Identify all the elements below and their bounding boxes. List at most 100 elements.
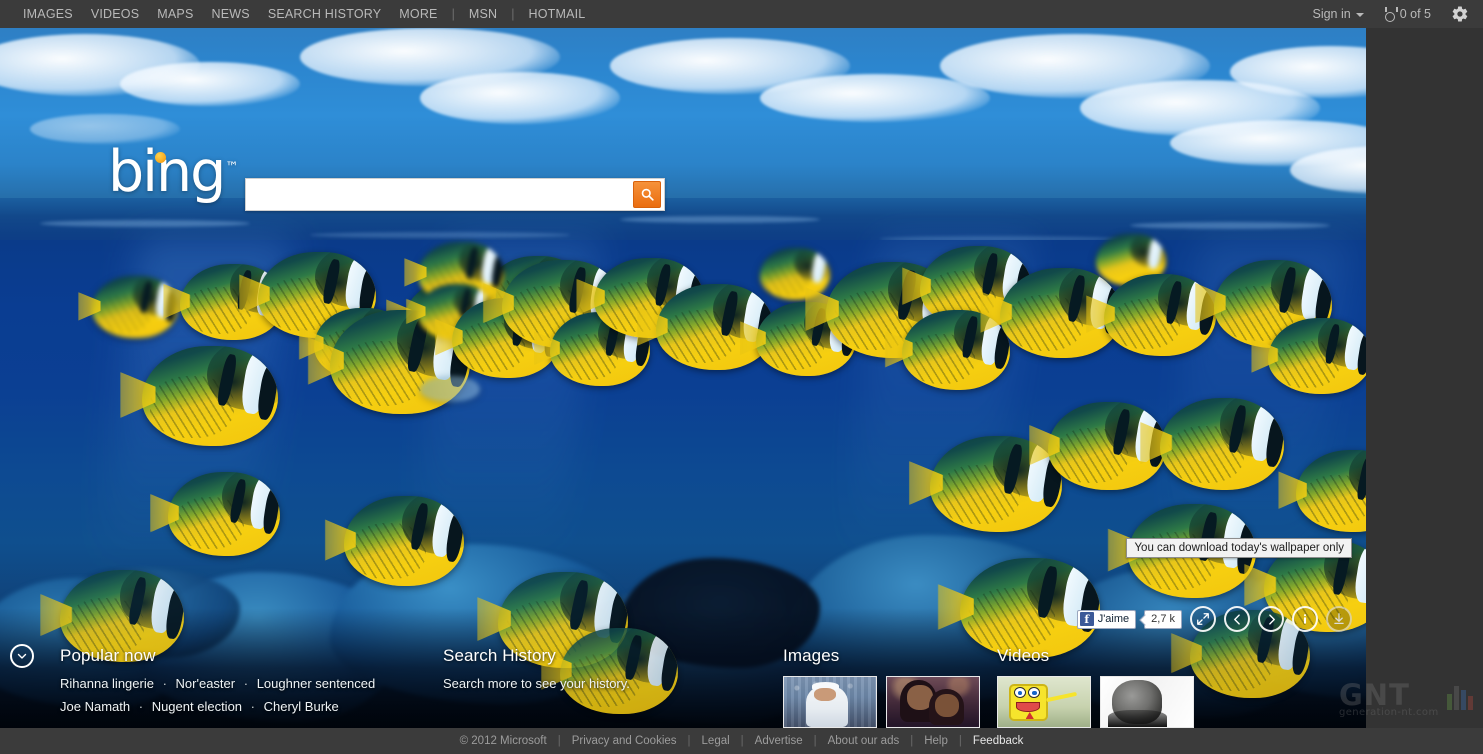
- download-icon: [1334, 613, 1344, 625]
- previous-wallpaper-button[interactable]: [1224, 606, 1250, 632]
- list-separator: ·: [138, 699, 144, 714]
- butterflyfish: [324, 496, 464, 586]
- nav-more[interactable]: MORE: [390, 0, 446, 28]
- top-navigation-bar: IMAGES VIDEOS MAPS NEWS SEARCH HISTORY M…: [0, 0, 1483, 28]
- footer-help[interactable]: Help: [913, 735, 959, 747]
- image-thumb-two-women[interactable]: [886, 676, 980, 728]
- facebook-count-value: 2,7 k: [1151, 613, 1175, 625]
- nav-images[interactable]: IMAGES: [14, 0, 82, 28]
- butterflyfish: [150, 472, 280, 556]
- footer-links: © 2012 Microsoft | Privacy and Cookies |…: [449, 735, 1035, 747]
- bing-logo-dot: [155, 152, 166, 163]
- nav-msn[interactable]: MSN: [460, 0, 506, 28]
- nav-maps[interactable]: MAPS: [148, 0, 202, 28]
- butterflyfish: [760, 248, 830, 300]
- panel-search-history: Search History Search more to see your h…: [435, 640, 775, 728]
- bing-wordmark: bing: [108, 139, 226, 205]
- popular-link-loughner[interactable]: Loughner sentenced: [257, 676, 376, 691]
- panel-popular-now: Popular now Rihanna lingerie · Nor'easte…: [0, 640, 435, 728]
- search-history-title: Search History: [443, 646, 556, 665]
- download-wallpaper-button[interactable]: [1326, 606, 1352, 632]
- thumb-art: [1013, 687, 1026, 698]
- popular-link-burke[interactable]: Cheryl Burke: [264, 699, 339, 714]
- sign-in-label: Sign in: [1312, 7, 1351, 21]
- info-icon: [1303, 614, 1307, 624]
- watermark-bars: [1447, 684, 1473, 710]
- expand-arrows-icon: [1197, 613, 1209, 625]
- popular-link-namath[interactable]: Joe Namath: [60, 699, 130, 714]
- nav-divider-2: |: [511, 7, 515, 21]
- list-separator: ·: [243, 676, 249, 691]
- nav-videos[interactable]: VIDEOS: [82, 0, 148, 28]
- facebook-like-button[interactable]: f J'aime: [1076, 609, 1137, 629]
- videos-title: Videos: [997, 646, 1050, 665]
- top-nav-links: IMAGES VIDEOS MAPS NEWS SEARCH HISTORY M…: [0, 0, 594, 28]
- trademark-symbol: ™: [225, 160, 239, 175]
- sign-in-button[interactable]: Sign in: [1302, 0, 1373, 28]
- list-separator: ·: [250, 699, 255, 714]
- popular-now-title: Popular now: [60, 646, 156, 665]
- facebook-like-label: J'aime: [1097, 613, 1130, 625]
- chevron-left-icon: [1233, 613, 1240, 625]
- rewards-count: 0 of 5: [1399, 7, 1431, 21]
- search-button[interactable]: [633, 181, 661, 208]
- footer-privacy[interactable]: Privacy and Cookies: [561, 735, 688, 747]
- chevron-down-circle-icon: [17, 653, 27, 659]
- footer-legal[interactable]: Legal: [691, 735, 741, 747]
- thumb-art: [934, 694, 959, 717]
- butterflyfish: [1278, 450, 1366, 532]
- chevron-right-icon: [1268, 613, 1275, 625]
- gear-icon: [1452, 6, 1468, 22]
- footer-advertise[interactable]: Advertise: [744, 735, 814, 747]
- butterflyfish: [1140, 398, 1284, 490]
- rewards-medal-icon: [1384, 7, 1396, 22]
- homepage-panels: Popular now Rihanna lingerie · Nor'easte…: [0, 640, 1366, 728]
- image-thumb-football-player[interactable]: [783, 676, 877, 728]
- panel-images: Images See al: [775, 640, 989, 728]
- bing-homepage: IMAGES VIDEOS MAPS NEWS SEARCH HISTORY M…: [0, 0, 1483, 754]
- rewards-button[interactable]: 0 of 5: [1374, 0, 1441, 28]
- images-title: Images: [783, 646, 840, 665]
- search-history-note: Search more to see your history.: [443, 676, 630, 691]
- popular-now-row-1: Rihanna lingerie · Nor'easter · Loughner…: [60, 676, 435, 692]
- search-box[interactable]: [245, 178, 665, 211]
- footer-copyright: © 2012 Microsoft: [459, 735, 547, 747]
- nav-news[interactable]: NEWS: [203, 0, 259, 28]
- popular-link-noreaster[interactable]: Nor'easter: [176, 676, 236, 691]
- nav-search-history[interactable]: SEARCH HISTORY: [259, 0, 390, 28]
- thumb-art: [1108, 710, 1168, 727]
- video-thumb-portrait[interactable]: [1100, 676, 1194, 728]
- images-thumb-list: [783, 676, 989, 728]
- videos-thumb-list: [997, 676, 1289, 728]
- facebook-icon: f: [1079, 612, 1094, 626]
- wallpaper-info-button[interactable]: [1292, 606, 1318, 632]
- download-tooltip: You can download today's wallpaper only: [1126, 538, 1352, 558]
- footer-about-ads[interactable]: About our ads: [817, 735, 911, 747]
- thumb-art: [1045, 691, 1078, 703]
- popular-now-row-2: Joe Namath · Nugent election · Cheryl Bu…: [60, 699, 435, 715]
- hero-wallpaper[interactable]: bing™ f J'aime 2,7 k You can download to…: [0, 28, 1366, 728]
- chevron-down-icon: [1355, 13, 1364, 17]
- nav-divider-1: |: [451, 7, 455, 21]
- thumb-art: [814, 688, 836, 701]
- expand-wallpaper-button[interactable]: [1190, 606, 1216, 632]
- settings-button[interactable]: [1447, 1, 1473, 27]
- butterflyfish: [1251, 318, 1366, 394]
- small-fish: [420, 376, 480, 402]
- wallpaper-action-bar: f J'aime 2,7 k You can download today's …: [1076, 538, 1352, 632]
- video-thumb-spongebob[interactable]: [997, 676, 1091, 728]
- popular-link-nugent[interactable]: Nugent election: [152, 699, 242, 714]
- top-right-controls: Sign in 0 of 5: [1302, 0, 1473, 28]
- bing-logo[interactable]: bing™: [108, 144, 238, 201]
- nav-hotmail[interactable]: HOTMAIL: [520, 0, 595, 28]
- butterflyfish: [120, 346, 278, 446]
- panel-videos: Videos See al: [989, 640, 1289, 728]
- next-wallpaper-button[interactable]: [1258, 606, 1284, 632]
- footer-feedback[interactable]: Feedback: [962, 735, 1035, 747]
- panel-toggle-button[interactable]: [10, 644, 34, 668]
- search-input[interactable]: [246, 179, 633, 210]
- facebook-like-count: 2,7 k: [1144, 609, 1182, 629]
- search-magnifier-icon: [641, 188, 654, 201]
- list-separator: ·: [162, 676, 167, 691]
- popular-link-rihanna[interactable]: Rihanna lingerie: [60, 676, 154, 691]
